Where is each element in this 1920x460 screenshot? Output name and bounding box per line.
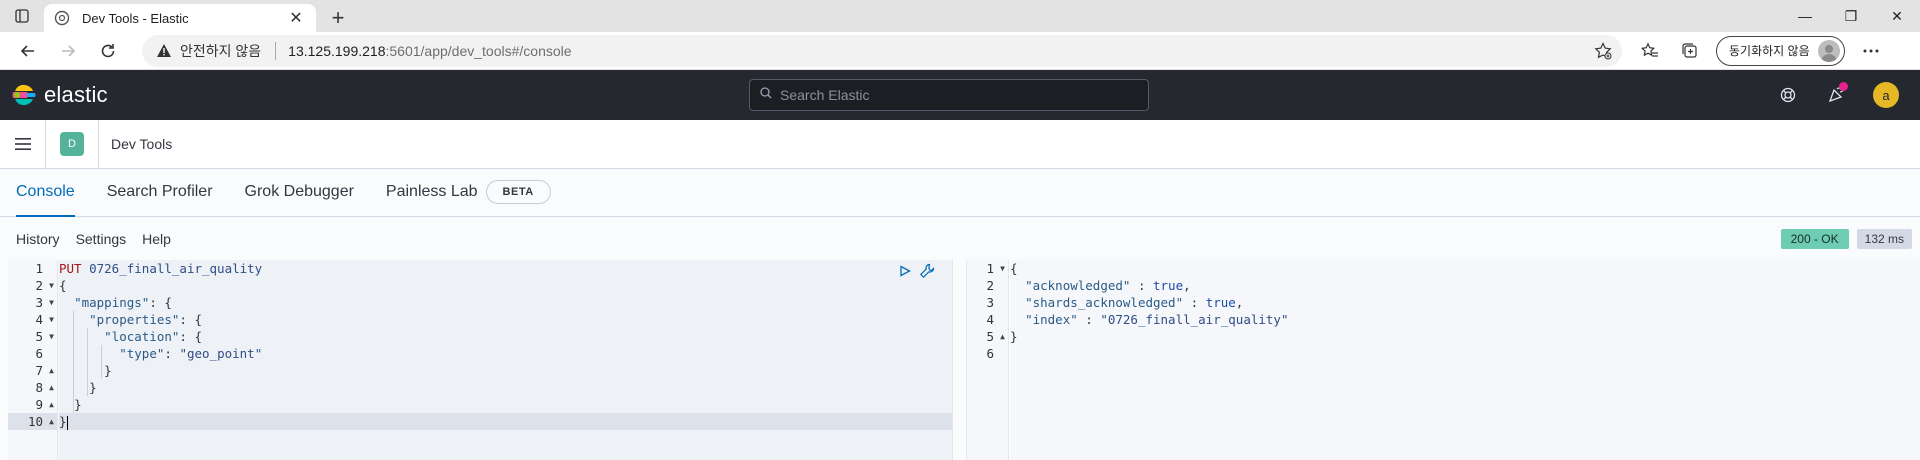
search-icon (760, 86, 772, 104)
fold-icon[interactable]: ▼ (49, 294, 54, 311)
request-editor[interactable]: 1 2 ▼ 3 ▼ 4 ▼ 5 ▼ 6 7 ▲ 8 ▲ 9 ▲ 10 ▲ PUT 0726_fi… (8, 260, 952, 460)
fold-icon[interactable]: ▼ (1000, 260, 1005, 277)
request-actions (894, 262, 938, 280)
global-search (749, 79, 1149, 111)
collections-icon[interactable] (1670, 34, 1710, 68)
tab-search-profiler[interactable]: Search Profiler (107, 168, 213, 216)
code-line: } (89, 380, 97, 395)
space-avatar[interactable]: D (60, 132, 84, 156)
logo-text: elastic (44, 82, 108, 107)
tab-console[interactable]: Console (16, 168, 75, 217)
tab-grok-debugger[interactable]: Grok Debugger (245, 168, 354, 216)
editor-resizer[interactable] (952, 260, 967, 460)
forward-button[interactable] (48, 34, 88, 68)
send-request-icon[interactable] (894, 262, 916, 280)
console-menu: History Settings Help 200 - OK 132 ms (0, 217, 1920, 261)
user-menu-button[interactable]: a (1860, 70, 1908, 120)
close-tab-icon[interactable]: ✕ (286, 8, 306, 28)
code-line: "acknowledged" : true, (1025, 278, 1191, 293)
refresh-button[interactable] (88, 34, 128, 68)
request-code[interactable]: PUT 0726_finall_air_quality { "mappings"… (59, 260, 952, 460)
breadcrumb: D Dev Tools (0, 119, 1920, 169)
fold-icon[interactable]: ▼ (49, 277, 54, 294)
restore-icon[interactable]: ❐ (1828, 0, 1874, 32)
newsfeed-icon[interactable] (1812, 70, 1860, 120)
browser-address-bar: 안전하지 않음 13.125.199.218 :5601/app/dev_too… (0, 32, 1920, 70)
code-line: } (74, 397, 82, 412)
url-bar[interactable]: 안전하지 않음 13.125.199.218 :5601/app/dev_too… (142, 34, 1622, 67)
menu-icon (14, 138, 31, 150)
help-menu-icon[interactable] (1764, 70, 1812, 120)
new-tab-button[interactable]: + (322, 4, 354, 32)
response-gutter: 1 ▼ 2 3 4 5 ▲ 6 (967, 260, 1009, 460)
browser-tab-title: Dev Tools - Elastic (82, 10, 189, 26)
code-line: { (59, 278, 67, 293)
response-time-badge: 132 ms (1856, 229, 1912, 249)
code-line: "mappings": { (74, 295, 172, 310)
beta-badge: BETA (485, 180, 551, 204)
code-line: } (104, 363, 112, 378)
notification-dot (1839, 82, 1848, 91)
elastic-logo-icon (12, 84, 36, 106)
favorites-icon[interactable] (1630, 34, 1670, 68)
code-line: "type": "geo_point" (119, 346, 263, 361)
insecure-label: 안전하지 않음 (180, 42, 262, 59)
elastic-logo[interactable]: elastic (12, 82, 108, 108)
warning-icon[interactable] (156, 43, 172, 58)
close-window-icon[interactable]: ✕ (1874, 0, 1920, 32)
browser-tab-active[interactable]: Dev Tools - Elastic ✕ (44, 4, 316, 32)
header-actions: a (1764, 70, 1908, 120)
request-gutter: 1 2 ▼ 3 ▼ 4 ▼ 5 ▼ 6 7 ▲ 8 ▲ 9 ▲ 10 ▲ (8, 260, 58, 460)
code-line: } (1010, 329, 1018, 344)
response-editor: 1 ▼ 2 3 4 5 ▲ 6 { "acknowledged" : true, "… (967, 260, 1920, 460)
sync-label: 동기화하지 않음 (1729, 44, 1810, 58)
code-line: PUT 0726_finall_air_quality (59, 261, 263, 276)
fold-icon[interactable]: ▼ (49, 328, 54, 345)
code-line-active: } (59, 413, 952, 430)
tab-painless-lab-label: Painless Lab (385, 183, 478, 200)
url-path: :5601/app/dev_tools#/console (385, 42, 572, 59)
code-line: "location": { (104, 329, 202, 344)
user-avatar: a (1873, 82, 1899, 108)
help-link[interactable]: Help (142, 231, 171, 247)
wrench-icon[interactable] (916, 262, 938, 280)
add-favorite-icon[interactable] (1594, 41, 1612, 60)
more-options-icon[interactable] (1851, 34, 1891, 68)
minimize-icon[interactable]: — (1782, 0, 1828, 32)
window-controls: — ❐ ✕ (1782, 0, 1920, 32)
fold-icon[interactable]: ▲ (49, 396, 54, 413)
fold-icon[interactable]: ▲ (49, 413, 54, 430)
fold-icon[interactable]: ▼ (49, 311, 54, 328)
tab-painless-lab[interactable]: Painless Lab BETA (386, 168, 551, 216)
history-link[interactable]: History (16, 231, 60, 247)
elastic-favicon-icon (54, 10, 70, 26)
status-badge: 200 - OK (1780, 229, 1849, 249)
profile-avatar-icon (1817, 39, 1840, 62)
fold-icon[interactable]: ▲ (1000, 328, 1005, 345)
fold-icon[interactable]: ▲ (49, 362, 54, 379)
code-line: "properties": { (89, 312, 202, 327)
code-line: "index" : "0726_finall_air_quality" (1025, 312, 1289, 327)
code-line: "shards_acknowledged" : true, (1025, 295, 1244, 310)
browser-toolbar: 동기화하지 않음 (1630, 34, 1891, 68)
request-status: 200 - OK 132 ms (1780, 229, 1912, 249)
text-cursor (66, 415, 68, 430)
code-line: { (1010, 261, 1018, 276)
url-host: 13.125.199.218 (288, 42, 386, 59)
search-input[interactable] (780, 87, 1120, 103)
back-button[interactable] (8, 34, 48, 68)
browser-tab-strip: Dev Tools - Elastic ✕ + — ❐ ✕ (0, 0, 1920, 32)
fold-icon[interactable]: ▲ (49, 379, 54, 396)
devtools-tabs: Console Search Profiler Grok Debugger Pa… (0, 169, 1920, 217)
console-editors: 1 2 ▼ 3 ▼ 4 ▼ 5 ▼ 6 7 ▲ 8 ▲ 9 ▲ 10 ▲ PUT 0726_fi… (0, 260, 1920, 460)
settings-link[interactable]: Settings (76, 231, 127, 247)
sync-profile-button[interactable]: 동기화하지 않음 (1716, 35, 1845, 66)
hamburger-menu-button[interactable] (0, 119, 46, 169)
tab-actions-icon[interactable] (0, 0, 44, 32)
breadcrumb-title: Dev Tools (111, 136, 173, 152)
response-code: { "acknowledged" : true, "shards_acknowl… (1010, 260, 1920, 460)
kibana-header: elastic a (0, 70, 1920, 120)
